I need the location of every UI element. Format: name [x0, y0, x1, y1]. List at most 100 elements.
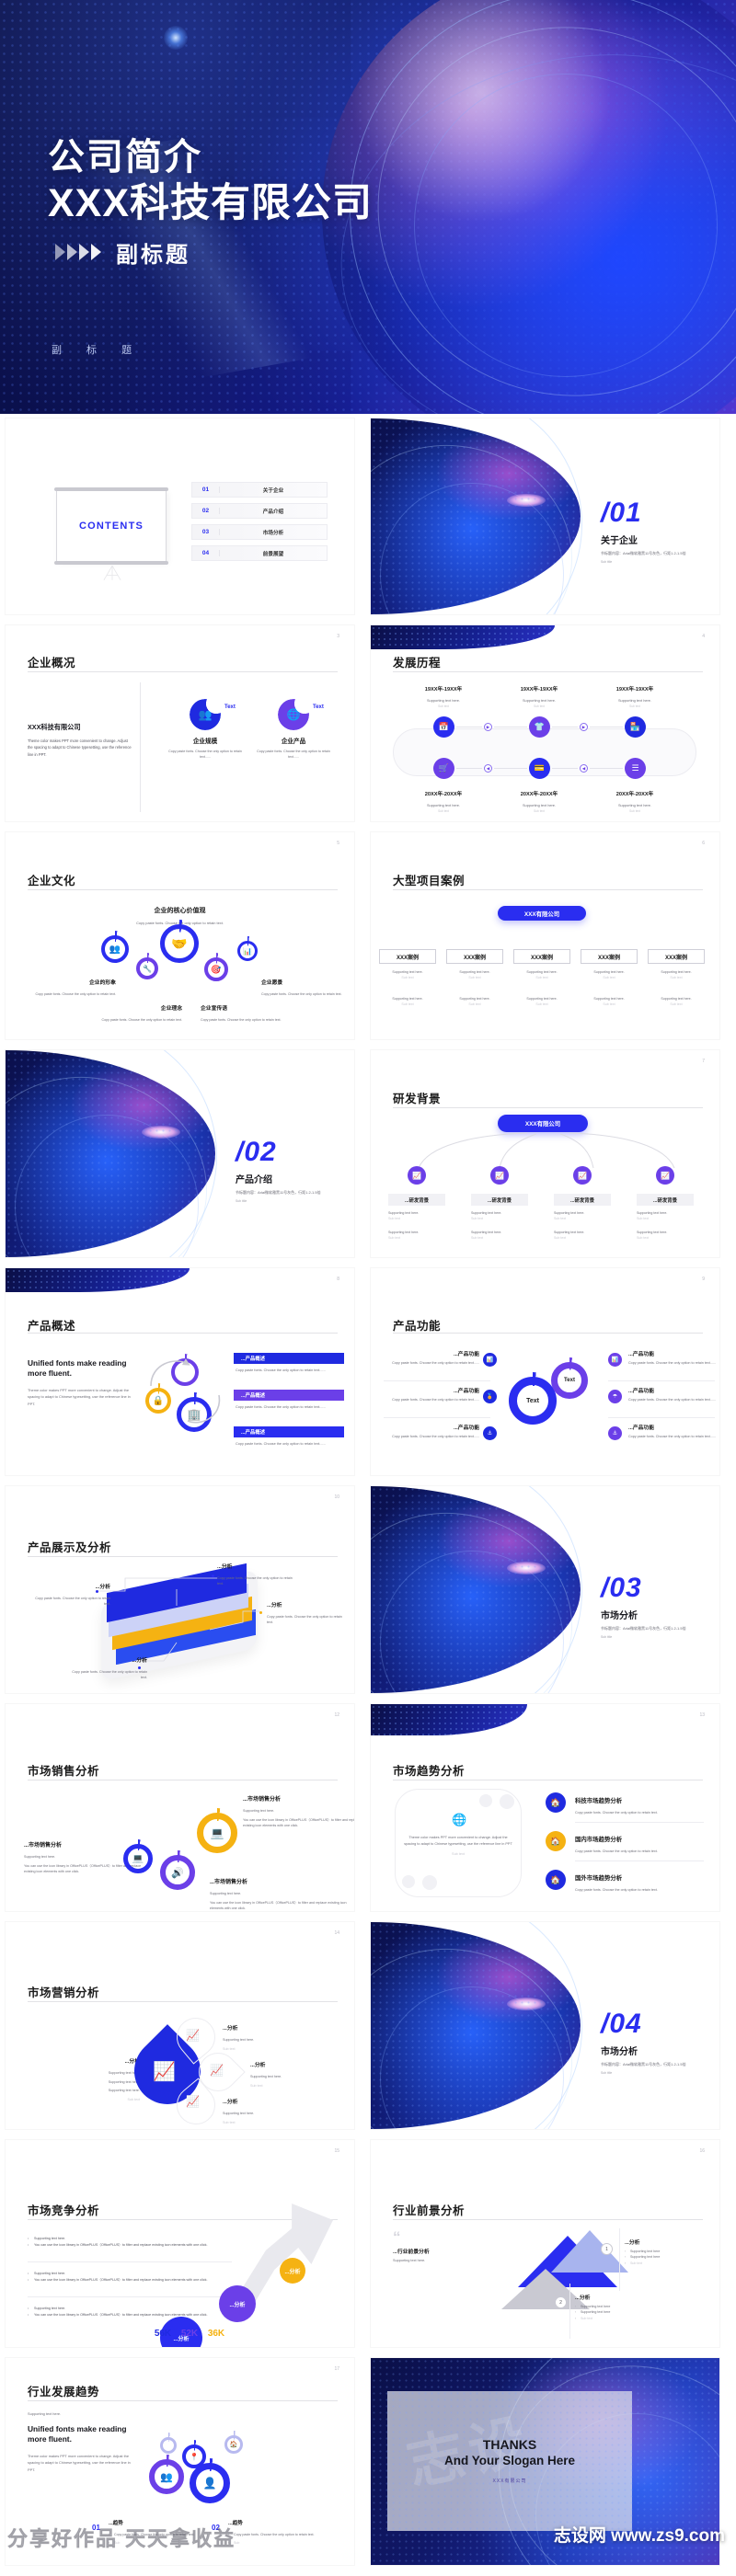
growth-chart-icon[interactable]: 📈	[656, 1166, 674, 1185]
slide-section-03[interactable]: /03 市场分析 节标题内容：Arial微软雅黑11号灰色，行距1.2-1.5倍…	[371, 1486, 719, 1693]
slide-contents[interactable]: CONTENTS 01 关于企业 02 产品介绍 03 市场分析 04 前景展望	[6, 418, 354, 614]
speaker-icon[interactable]: 🔊	[160, 1855, 195, 1890]
chart-icon[interactable]: 📊	[237, 941, 258, 961]
case-root-node[interactable]: XXX有限公司	[498, 906, 586, 921]
anchor-icon[interactable]: ⚓	[483, 1426, 497, 1440]
tools-icon[interactable]: 🔧	[136, 957, 158, 979]
contents-item[interactable]: 04 前景展望	[191, 545, 328, 561]
chart-icon[interactable]: 📊	[483, 1353, 497, 1367]
overview-card[interactable]: 🌐 Text 企业产品 Copy paste fonts. Choose the…	[243, 699, 344, 761]
competition-bubble[interactable]: ...分析	[219, 2285, 256, 2322]
milestone-support: Supporting text here.	[522, 803, 557, 807]
contents-item[interactable]: 03 市场分析	[191, 524, 328, 540]
competition-bubble[interactable]: ...分析	[280, 2258, 305, 2284]
slide-company-overview[interactable]: 3 企业概况 XXX科技有限公司 Theme color makes PPT m…	[6, 625, 354, 821]
rnd-support: Supporting text here. Sub text Supportin…	[554, 1210, 611, 1241]
marketing-petal-text: ...分析 Supporting text here. Sub text	[250, 2055, 329, 2089]
growth-chart-icon: 📈	[210, 2064, 224, 2077]
overview-card[interactable]: 👥 Text 企业规模 Copy paste fonts. Choose the…	[155, 699, 256, 761]
forecast-node-number: 1	[601, 2243, 613, 2255]
home-icon[interactable]: 🏠	[546, 1831, 566, 1851]
contents-item-number: 01	[192, 487, 220, 493]
sales-item-label: ...市场销售分析	[243, 1797, 282, 1803]
thanks-line1: THANKS	[482, 2437, 537, 2452]
slide-sales-analysis[interactable]: 12 市场销售分析 ...市场销售分析 Supporting text here…	[6, 1704, 354, 1911]
medal-icon[interactable]: 🏅	[483, 1390, 497, 1403]
umbrella-icon[interactable]: ☂	[608, 1390, 622, 1403]
slide-section-04[interactable]: /04 市场分析 节标题内容：Arial微软雅黑11号灰色，行距1.2-1.5倍…	[371, 1922, 719, 2129]
laptop-icon[interactable]: 💻	[197, 1813, 237, 1853]
id-card-icon[interactable]: 👤	[190, 2463, 230, 2503]
overview-card-body: Copy paste fonts. Choose the only option…	[257, 750, 330, 760]
home-icon[interactable]: 🏠	[546, 1792, 566, 1813]
handshake-icon[interactable]: 🤝	[160, 924, 199, 963]
slide-culture[interactable]: 5 企业文化 企业的核心价值观 Copy paste fonts. Choose…	[6, 832, 354, 1039]
culture-label-body: Copy paste fonts. Choose the only option…	[101, 1018, 182, 1022]
contents-item-label: 前景展望	[262, 551, 284, 557]
section-art	[371, 1486, 620, 1693]
contents-item[interactable]: 02 产品介绍	[191, 503, 328, 519]
slide-top-art	[371, 625, 555, 649]
thanks-company: XXX有限公司	[492, 2479, 527, 2484]
rnd-sub: Sub text	[554, 1217, 567, 1221]
case-box[interactable]: XXX案例	[513, 949, 570, 964]
gear-text-secondary[interactable]: Text	[551, 1362, 588, 1399]
basket-icon[interactable]: 🛒	[433, 758, 454, 779]
forecast-quote: “ ...行业前景分析 Supporting text here.	[393, 2229, 494, 2262]
org-chart-icon[interactable]: 👥	[149, 2459, 184, 2494]
forecast-col-label: ...分析	[575, 2296, 591, 2301]
display-callout: ...分析 Copy paste fonts. Choose the only …	[217, 1563, 296, 1586]
slide-section-01[interactable]: /01 关于企业 节标题内容：Arial微软雅黑11号灰色，行距1.2-1.5倍…	[371, 418, 719, 614]
contents-item[interactable]: 01 关于企业	[191, 482, 328, 498]
case-box[interactable]: XXX案例	[379, 949, 436, 964]
slide-rnd-background[interactable]: 7 研发背景 XXX有限公司 📈 📈 📈 📈 ...研发背景 ...研发背景 .…	[371, 1050, 719, 1257]
forecast-col-sub: Sub text	[625, 2261, 709, 2267]
growth-chart-icon: 📈	[186, 2095, 200, 2108]
projector-screen: CONTENTS	[54, 487, 168, 565]
slide-product-overview[interactable]: 8 产品概述 Unified fonts make reading more f…	[6, 1268, 354, 1475]
slide-row: 5 企业文化 企业的核心价值观 Copy paste fonts. Choose…	[0, 832, 736, 1039]
store-icon[interactable]: 🏪	[625, 716, 646, 738]
share-icon[interactable]: ☰	[625, 758, 646, 779]
deco-circle	[422, 1875, 437, 1890]
culture-label: 企业愿景 Copy paste fonts. Choose the only o…	[261, 972, 346, 997]
growth-chart-icon[interactable]: 📈	[573, 1166, 592, 1185]
slide-forecast-analysis[interactable]: 16 行业前景分析 “ ...行业前景分析 Supporting text he…	[371, 2140, 719, 2347]
target-icon[interactable]: 🎯	[204, 957, 228, 981]
case-box[interactable]: XXX案例	[446, 949, 503, 964]
payment-icon[interactable]: 💳	[529, 758, 550, 779]
cover-subtitle: 副标题	[116, 242, 190, 268]
culture-label-title: 企业的形象	[89, 980, 116, 986]
anchor-icon[interactable]: ⚓	[608, 1426, 622, 1440]
slide-product-function[interactable]: 9 产品功能 ...产品功能 Copy paste fonts. Choose …	[371, 1268, 719, 1475]
devices-icon[interactable]: 💻	[123, 1844, 153, 1873]
petal-label: ...分析	[223, 2100, 238, 2105]
ribbon-body: Copy paste fonts. Choose the only option…	[236, 1368, 326, 1372]
people-icon[interactable]: 👥	[101, 935, 129, 963]
case-sub: Sub text	[535, 976, 548, 980]
slide-section-02[interactable]: /02 产品介绍 节标题内容：Arial微软雅黑11号灰色，行距1.2-1.5倍…	[6, 1050, 354, 1257]
calendar-icon[interactable]: 📅	[433, 716, 454, 738]
chart-icon[interactable]: 📊	[608, 1353, 622, 1367]
slide-title: 产品功能	[393, 1320, 442, 1333]
product-overview-heading: Unified fonts make reading more fluent.	[28, 1358, 127, 1379]
ribbon-body: Copy paste fonts. Choose the only option…	[236, 1442, 326, 1446]
slide-history[interactable]: 4 发展历程 19XX年-19XX年 Supporting text here.…	[371, 625, 719, 821]
growth-chart-icon[interactable]: 📈	[490, 1166, 509, 1185]
home-icon[interactable]: 🏠	[546, 1870, 566, 1890]
sales-item-label: ...市场销售分析	[24, 1843, 63, 1849]
case-box[interactable]: XXX案例	[581, 949, 638, 964]
competition-block: Supporting text here. You can use the ic…	[28, 2236, 221, 2249]
slide-trend-analysis[interactable]: 13 市场趋势分析 🌐 Theme color makes PPT more c…	[371, 1704, 719, 1911]
slide-product-display[interactable]: 10 产品展示及分析 ...分析 Copy paste fonts. Choos…	[6, 1486, 354, 1693]
slide-cases[interactable]: 6 大型项目案例 XXX有限公司 XXX案例 XXX案例 XXX案例 XXX案例…	[371, 832, 719, 1039]
slide-competition-analysis[interactable]: 15 市场竞争分析 Supporting text here. You can …	[6, 2140, 354, 2347]
growth-chart-icon[interactable]: 📈	[408, 1166, 426, 1185]
slide-marketing-analysis[interactable]: 14 市场营销分析 ...分析 Supporting text here. Su…	[6, 1922, 354, 2129]
case-box[interactable]: XXX案例	[648, 949, 705, 964]
function-item-label: ...产品功能	[453, 1425, 479, 1431]
sales-item-line2: You can use the icon library in OfficePL…	[210, 1900, 347, 1911]
shirt-icon[interactable]: 👕	[529, 716, 550, 738]
slide-title: 企业概况	[28, 657, 76, 670]
cover-title: 公司简介	[48, 137, 202, 177]
